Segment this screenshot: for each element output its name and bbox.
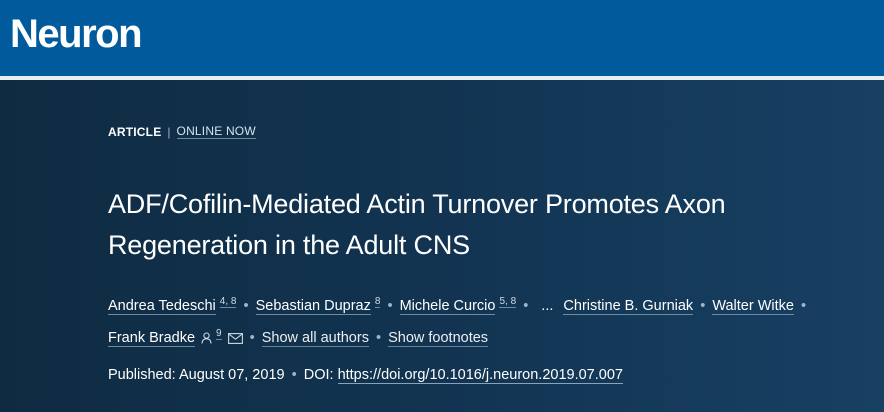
author-separator: •: [387, 298, 393, 314]
person-icon: [201, 332, 212, 344]
author-separator: •: [243, 298, 249, 314]
author-link[interactable]: Andrea Tedeschi: [108, 298, 216, 315]
article-type-label: ARTICLE: [108, 124, 162, 139]
author-separator: •: [800, 298, 807, 314]
author-link[interactable]: Christine B. Gurniak: [563, 298, 694, 315]
article-meta-line: ARTICLE | ONLINE NOW: [108, 124, 878, 139]
meta-separator: |: [167, 124, 171, 139]
article-title: ADF/Cofilin-Mediated Actin Turnover Prom…: [108, 189, 726, 260]
article-header: ARTICLE | ONLINE NOW ADF/Cofilin-Mediate…: [108, 124, 878, 385]
published-label: Published:: [108, 367, 176, 383]
author-link[interactable]: Frank Bradke: [108, 330, 196, 347]
site-header: Neuron: [0, 0, 884, 76]
author-separator: •: [249, 330, 255, 346]
doi-link[interactable]: https://doi.org/10.1016/j.neuron.2019.07…: [337, 367, 623, 384]
author-separator: •: [700, 298, 706, 314]
author-link[interactable]: Michele Curcio: [399, 298, 496, 315]
show-footnotes-link[interactable]: Show footnotes: [388, 330, 489, 347]
author-separator: •: [375, 330, 382, 346]
envelope-icon[interactable]: [227, 333, 243, 344]
publication-info: Published: August 07, 2019 • DOI: https:…: [108, 365, 878, 385]
publication-separator: •: [291, 367, 297, 383]
doi-label: DOI:: [303, 367, 334, 383]
author-list: Andrea Tedeschi 4, 8 • Sebastian Dupraz 8 …: [108, 288, 878, 352]
affiliation-link[interactable]: 8: [374, 296, 381, 308]
affiliation-link[interactable]: 9: [216, 328, 222, 340]
published-date: August 07, 2019: [178, 367, 285, 383]
show-all-authors-link[interactable]: Show all authors: [261, 330, 369, 347]
author-separator: •: [523, 298, 529, 314]
author-link[interactable]: Walter Witke: [712, 298, 794, 315]
affiliation-link[interactable]: 4, 8: [219, 296, 237, 308]
affiliation-link[interactable]: 5, 8: [499, 296, 517, 308]
online-now-link[interactable]: ONLINE NOW: [176, 124, 256, 139]
neuron-logo[interactable]: Neuron: [10, 14, 143, 54]
authors-ellipsis: ...: [541, 298, 554, 314]
author-link[interactable]: Sebastian Dupraz: [255, 298, 371, 315]
